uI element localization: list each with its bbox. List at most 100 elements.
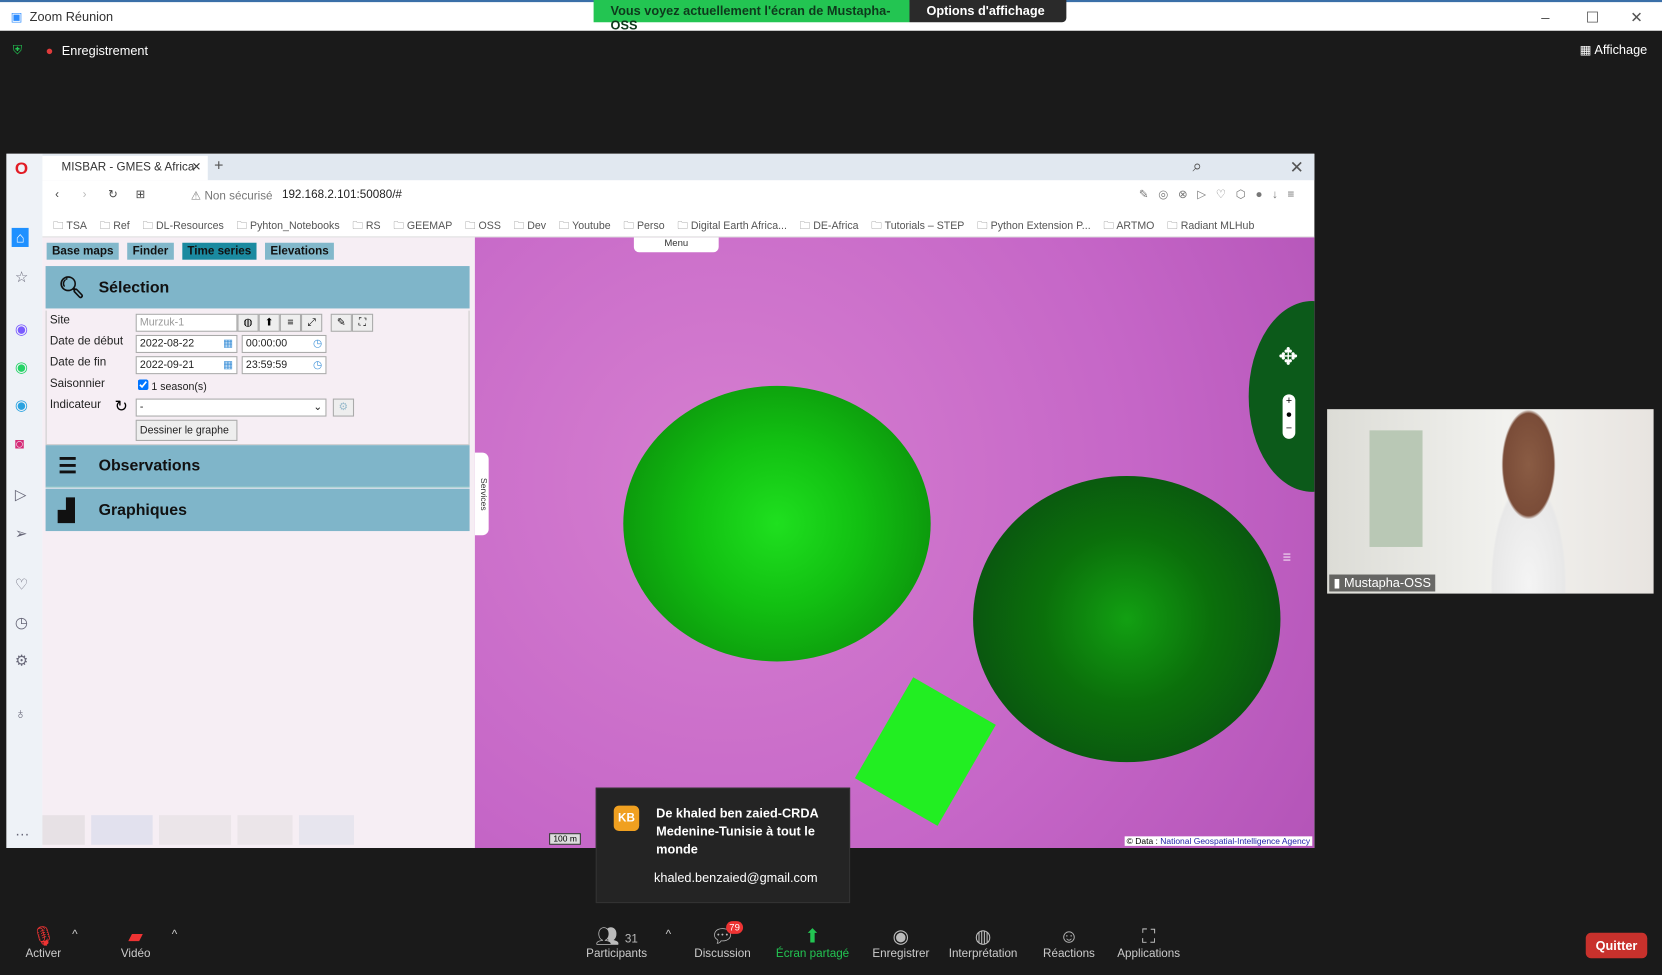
bookmark-item[interactable]: Perso — [623, 218, 665, 232]
toolbar-icons[interactable]: ✎◎⊗▷♡⬡●↓≡ — [1139, 188, 1304, 202]
tab-elevations[interactable]: Elevations — [265, 242, 334, 260]
url-field[interactable]: 192.168.2.101:50080/# — [282, 189, 402, 202]
share-screen-icon: ⬆ — [804, 925, 821, 947]
tab-misbar[interactable]: MISBAR - GMES & Africa ✕ — [42, 155, 208, 181]
end-time-input[interactable]: 23:59:59 ◷ — [241, 356, 327, 375]
reactions-button[interactable]: ☺ Réactions — [1043, 925, 1095, 960]
reload-button[interactable]: ↻ — [108, 188, 118, 202]
maximize-button[interactable]: ☐ — [1586, 8, 1599, 26]
bookmark-item[interactable]: RS — [352, 218, 381, 232]
services-tab[interactable]: Services — [474, 452, 489, 536]
layers-icon[interactable]: ☰ — [1283, 552, 1292, 564]
bulb-icon[interactable]: ♁ — [15, 705, 26, 722]
speed-dial-icon[interactable]: ☆ — [15, 268, 28, 286]
list-icon[interactable]: ≡ — [279, 313, 302, 332]
close-tab-icon[interactable]: ✕ — [192, 160, 202, 174]
participants-caret[interactable]: ^ — [666, 929, 671, 942]
record-button[interactable]: ◉ Enregistrer — [872, 925, 929, 960]
attribution-link[interactable]: National Geospatial-Intelligence Agency — [1160, 836, 1310, 846]
globe-icon[interactable]: ◍ — [237, 313, 259, 332]
tab-finder[interactable]: Finder — [127, 242, 174, 260]
indicator-select[interactable]: - ⌄ — [135, 398, 327, 417]
instagram-icon[interactable]: ◙ — [15, 435, 24, 452]
observations-header[interactable]: ☰ Observations — [45, 445, 470, 488]
forward-button[interactable]: › — [83, 189, 87, 202]
draw-graph-button[interactable]: Dessiner le graphe — [135, 419, 238, 441]
participants-button[interactable]: 👥︎ 31 Participants — [586, 925, 647, 960]
search-icon[interactable]: ⌕ — [1193, 158, 1203, 177]
bookmark-item[interactable]: Dev — [514, 218, 546, 232]
pan-control-icon[interactable]: ✥ — [1278, 343, 1298, 371]
bookmark-item[interactable]: DE-Africa — [800, 218, 858, 232]
whatsapp-icon[interactable]: ◉ — [15, 358, 28, 376]
site-input[interactable]: Murzuk-1 — [135, 313, 238, 332]
bookmark-item[interactable]: TSA — [53, 218, 87, 232]
season-checkbox[interactable]: 1 season(s) — [137, 379, 207, 393]
security-warning[interactable]: ⚠ Non sécurisé — [191, 189, 273, 203]
telegram-icon[interactable]: ◉ — [15, 396, 28, 414]
selection-header[interactable]: 🔍︎ Sélection — [45, 266, 470, 309]
bookmark-item[interactable]: Youtube — [559, 218, 611, 232]
graphs-header[interactable]: ▟ Graphiques — [45, 488, 470, 532]
view-button[interactable]: ▦ Affichage — [1580, 42, 1648, 57]
view-options-button[interactable]: Options d'affichage ⌄ — [909, 0, 1067, 33]
video-button[interactable]: ▰ Vidéo — [121, 925, 151, 960]
close-button[interactable]: ✕ — [1630, 8, 1642, 26]
upload-icon[interactable]: ⬆ — [258, 313, 280, 332]
quit-button[interactable]: Quitter — [1585, 932, 1648, 959]
chat-notification[interactable]: KB De khaled ben zaied-CRDA Medenine-Tun… — [595, 787, 851, 904]
bookmark-item[interactable]: Python Extension P... — [977, 218, 1091, 232]
record-icon: ◉ — [892, 925, 910, 947]
player-icon[interactable]: ▷ — [15, 485, 26, 503]
chat-badge: 79 — [726, 921, 744, 934]
more-icon[interactable]: … — [15, 821, 30, 838]
tab-base-maps[interactable]: Base maps — [46, 242, 119, 260]
participant-video[interactable]: ▮ Mustapha-OSS — [1327, 409, 1654, 594]
start-date-input[interactable]: 2022-08-22 ▦ — [135, 334, 238, 353]
emoji-icon: ☺ — [1059, 925, 1079, 947]
bookmark-item[interactable]: Digital Earth Africa... — [677, 218, 787, 232]
minimize-button[interactable]: – — [1541, 8, 1549, 25]
bookmark-item[interactable]: OSS — [465, 218, 501, 232]
zoom-control[interactable]: + ● − — [1282, 394, 1296, 439]
heart-icon[interactable]: ♡ — [15, 576, 28, 594]
calendar-icon: ▦ — [223, 359, 234, 371]
messenger-icon[interactable]: ◉ — [15, 320, 28, 338]
browser-close-button[interactable]: ✕ — [1290, 157, 1304, 178]
bookmark-item[interactable]: Ref — [100, 218, 129, 232]
end-date-input[interactable]: 2022-09-21 ▦ — [135, 356, 238, 375]
apps-button[interactable]: ⛶ Applications — [1117, 925, 1180, 960]
attribution: © Data : National Geospatial-Intelligenc… — [1124, 836, 1313, 846]
bookmark-item[interactable]: Tutorials – STEP — [871, 218, 965, 232]
select-area-icon[interactable]: ⛶ — [351, 313, 374, 332]
chat-button[interactable]: 💬︎ Discussion 79 — [694, 921, 751, 960]
start-time-input[interactable]: 00:00:00 ◷ — [241, 334, 327, 353]
home-icon[interactable]: ⌂ — [11, 227, 30, 247]
bookmark-item[interactable]: ARTMO — [1103, 218, 1154, 232]
address-bar: ‹ › ↻ ⊞ ⚠ Non sécurisé 192.168.2.101:500… — [42, 180, 1314, 212]
audio-options-caret[interactable]: ^ — [72, 929, 77, 942]
tab-time-series[interactable]: Time series — [182, 242, 257, 260]
settings-icon[interactable]: ⚙ — [332, 398, 355, 417]
mute-button[interactable]: 🎙︎ Activer — [25, 925, 61, 960]
settings-icon[interactable]: ⚙ — [15, 652, 28, 670]
share-screen-button[interactable]: ⬆ Écran partagé — [776, 925, 849, 960]
menu-tab[interactable]: Menu — [633, 237, 719, 253]
bookmark-item[interactable]: Pyhton_Notebooks — [236, 218, 340, 232]
history-icon[interactable]: ◷ — [15, 614, 28, 632]
map-view[interactable]: Menu ✥ + ● − ☰ 100 m © Data : National Geo… — [474, 237, 1315, 848]
bookmark-item[interactable]: Radiant MLHub — [1167, 218, 1255, 232]
new-tab-button[interactable]: + — [214, 157, 223, 175]
pencil-icon[interactable]: ✎ — [330, 313, 352, 332]
tabs-grid-icon[interactable]: ⊞ — [136, 188, 146, 202]
send-icon[interactable]: ➢ — [15, 525, 27, 543]
bookmark-item[interactable]: GEEMAP — [393, 218, 452, 232]
interpretation-button[interactable]: ◍ Interprétation — [949, 925, 1018, 960]
back-button[interactable]: ‹ — [55, 189, 59, 202]
refresh-icon[interactable]: ↻ — [114, 396, 127, 415]
expand-icon[interactable]: ⤢ — [301, 313, 323, 332]
shared-browser-window: O ⌂ ☆ ◉ ◉ ◉ ◙ ▷ ➢ ♡ ◷ ⚙ ♁ … MISBAR - GME… — [6, 153, 1315, 848]
left-panel: Base maps Finder Time series Elevations … — [42, 237, 475, 848]
video-options-caret[interactable]: ^ — [172, 929, 177, 942]
bookmark-item[interactable]: DL-Resources — [142, 218, 224, 232]
